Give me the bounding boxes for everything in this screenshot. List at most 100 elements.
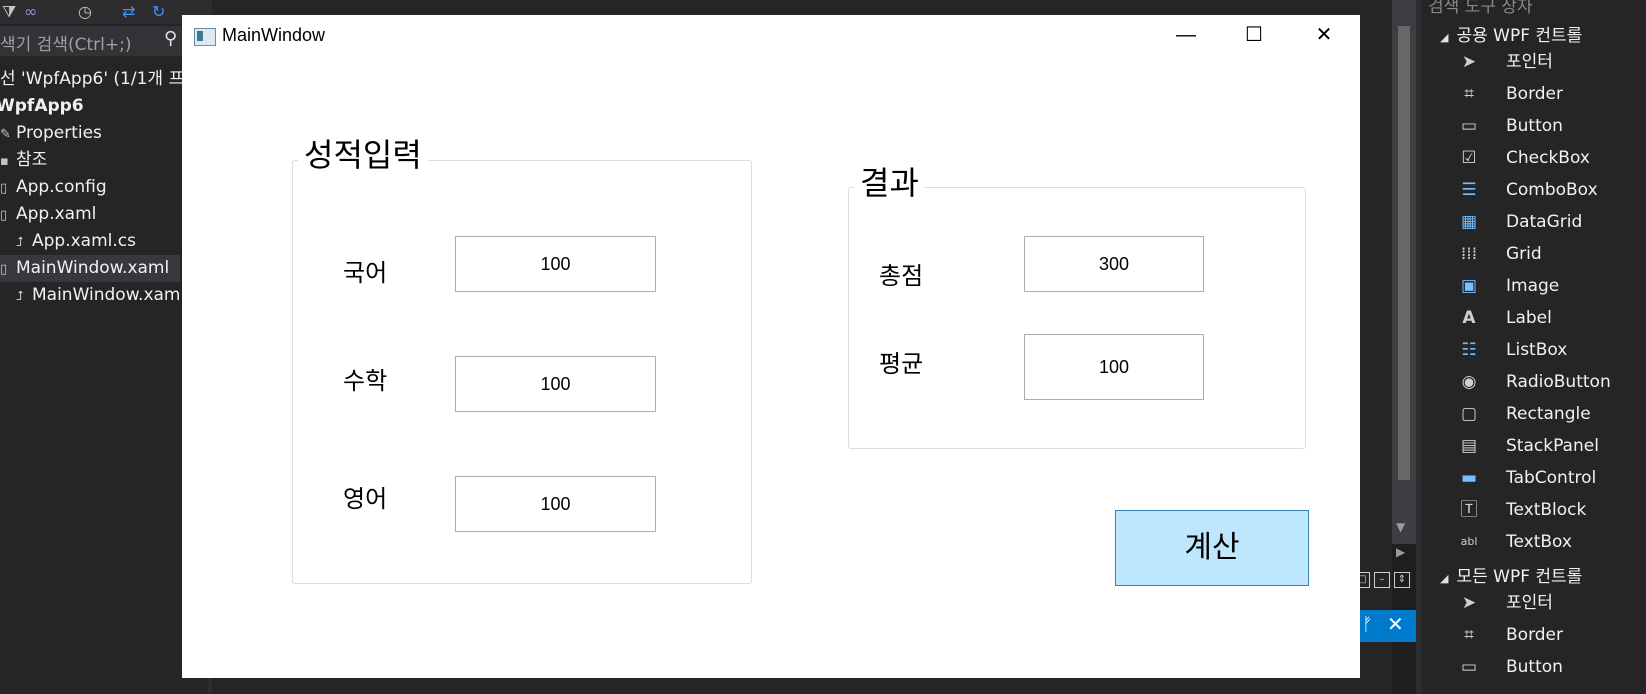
tree-item-app-config[interactable]: ▯ App.config [0,174,180,201]
window-titlebar[interactable]: MainWindow — ☐ ✕ [182,15,1360,59]
tree-item-properties[interactable]: ✎ Properties [0,120,180,147]
toolbox-search-partial[interactable]: 검색 도구 상자 [1428,0,1533,17]
border-icon: ⌗ [1464,625,1474,645]
average-label: 평균 [879,351,924,378]
total-label: 총점 [879,263,924,290]
toolbox-item-label: 포인터 [1506,593,1553,613]
toolbox-item-label: TextBox [1506,532,1572,552]
toolbox-item-radiobutton[interactable]: ◉ RadioButton [1456,367,1642,397]
wrench-icon: ✎ [0,127,11,142]
toolbox-item-listbox[interactable]: ☷ ListBox [1456,335,1642,365]
visual-studio-icon[interactable]: ∞ [24,2,37,21]
file-icon: ▯ [0,208,8,223]
toolbox-item-pointer[interactable]: ➤ 포인터 [1456,588,1642,618]
checkbox-icon: ☑ [1461,148,1477,168]
toolbox-item-label: Rectangle [1506,404,1591,424]
datagrid-icon: ▦ [1460,212,1478,232]
label-icon: A [1462,308,1476,328]
scrollbar-thumb[interactable] [1398,26,1410,480]
toolbox-item-checkbox[interactable]: ☑ CheckBox [1456,143,1642,173]
reference-icon: ▪ [0,154,9,169]
calculate-button[interactable]: 계산 [1115,510,1309,586]
collapse-pane-icon[interactable]: – [1374,572,1390,588]
search-icon[interactable]: ⚲ [164,28,177,49]
tree-item-label: WpfApp6 [0,96,84,116]
toolbox-item-label: Grid [1506,244,1542,264]
toolbox-item-button[interactable]: ▭ Button [1456,652,1642,682]
tree-item-references[interactable]: ▪ 참조 [0,147,180,174]
pointer-icon: ➤ [1461,52,1477,72]
toolbox-item-tabcontrol[interactable]: ▬ TabControl [1456,463,1642,493]
textbox-icon: abl [1460,535,1478,548]
sync-icon[interactable]: ⇄ [122,2,135,21]
total-output[interactable]: 300 [1024,236,1204,292]
close-button[interactable]: ✕ [1306,21,1342,49]
pointer-icon: ➤ [1461,593,1477,613]
toolbox-category-all[interactable]: ◢ 모든 WPF 컨트롤 [1440,562,1582,587]
category-label: 공용 WPF 컨트롤 [1456,26,1583,46]
toolbox-item-label: Label [1506,308,1552,328]
expand-pane-icon[interactable]: ⇕ [1394,572,1410,588]
toolbox-item-stackpanel[interactable]: ▤ StackPanel [1456,431,1642,461]
toolbox-item-grid[interactable]: ⁞⁞⁞ Grid [1456,239,1642,269]
refresh-icon[interactable]: ↻ [152,2,165,21]
toolbox-item-label: ComboBox [1506,180,1598,200]
tree-item-app-xaml[interactable]: ▯ App.xaml [0,201,180,228]
math-score-input[interactable]: 100 [455,356,656,412]
pin-icon[interactable]: ᚠ [1362,614,1373,635]
listbox-icon: ☷ [1461,340,1477,360]
toolbox-item-label: StackPanel [1506,436,1599,456]
close-icon[interactable]: ✕ [1387,612,1404,636]
split-view-buttons: □ – ⇕ [1354,572,1414,590]
toolbox-category-common[interactable]: ◢ 공용 WPF 컨트롤 [1440,21,1582,46]
toolbox-item-combobox[interactable]: ☰ ComboBox [1456,175,1642,205]
image-icon: ▣ [1460,276,1478,296]
tree-item-mainwindow-xaml-cs[interactable]: ⮥ MainWindow.xam [0,282,196,309]
toolbox-item-border[interactable]: ⌗ Border [1456,620,1642,650]
toolbox-item-rectangle[interactable]: ▢ Rectangle [1456,399,1642,429]
tree-item-label: App.xaml.cs [32,231,136,251]
tree-item-mainwindow-xaml[interactable]: ▯ MainWindow.xaml [0,255,180,282]
file-icon: ▯ [0,262,8,277]
window-app-icon [194,28,216,46]
average-output[interactable]: 100 [1024,334,1204,400]
math-label: 수학 [343,368,388,395]
rectangle-icon: ▢ [1460,404,1478,424]
radiobutton-icon: ◉ [1461,372,1477,392]
history-icon[interactable]: ◷ [78,2,92,21]
window-title: MainWindow [222,25,326,45]
tree-item-app-xaml-cs[interactable]: ⮥ App.xaml.cs [0,228,196,255]
toolbox-item-label: ListBox [1506,340,1568,360]
category-label: 모든 WPF 컨트롤 [1456,567,1583,587]
button-icon: ▭ [1460,657,1478,677]
toolbox-item-label: Button [1506,657,1563,677]
tree-item-label: 선 'WpfApp6' (1/1개 프 [0,69,185,89]
toolbox-item-label[interactable]: A Label [1456,303,1642,333]
tree-item-label: App.config [16,177,107,197]
toolbox-item-label: TabControl [1506,468,1597,488]
toolbox-item-border[interactable]: ⌗ Border [1456,79,1642,109]
english-score-input[interactable]: 100 [455,476,656,532]
korean-score-input[interactable]: 100 [455,236,656,292]
minimize-button[interactable]: — [1168,21,1204,49]
toolbox-item-textblock[interactable]: 🅃 TextBlock [1456,495,1642,525]
toolbox-item-datagrid[interactable]: ▦ DataGrid [1456,207,1642,237]
scroll-down-arrow-icon[interactable]: ▼ [1396,520,1405,534]
main-window: MainWindow — ☐ ✕ 성적입력 국어 100 수학 100 영어 1… [182,15,1360,678]
maximize-button[interactable]: ☐ [1236,21,1272,49]
file-icon: ▯ [0,181,8,196]
toolbox-item-button[interactable]: ▭ Button [1456,111,1642,141]
scroll-right-arrow-icon[interactable]: ▶ [1396,545,1405,559]
solution-search-input[interactable]: 색기 검색(Ctrl+;) [0,30,131,55]
toolbox-item-label: Button [1506,116,1563,136]
toolbox-item-image[interactable]: ▣ Image [1456,271,1642,301]
tree-item-solution[interactable]: 선 'WpfApp6' (1/1개 프 [0,66,184,93]
grade-input-title: 성적입력 [298,137,428,173]
toolbox-item-pointer[interactable]: ➤ 포인터 [1456,47,1642,77]
toolbox-item-textbox[interactable]: abl TextBox [1456,527,1642,557]
filter-icon[interactable]: ⧩ [2,2,16,22]
expanded-triangle-icon: ◢ [1440,572,1449,585]
toolbox-item-label: TextBlock [1506,500,1587,520]
tree-item-label: 참조 [16,150,48,170]
tree-item-project[interactable]: WpfApp6 [0,93,180,120]
